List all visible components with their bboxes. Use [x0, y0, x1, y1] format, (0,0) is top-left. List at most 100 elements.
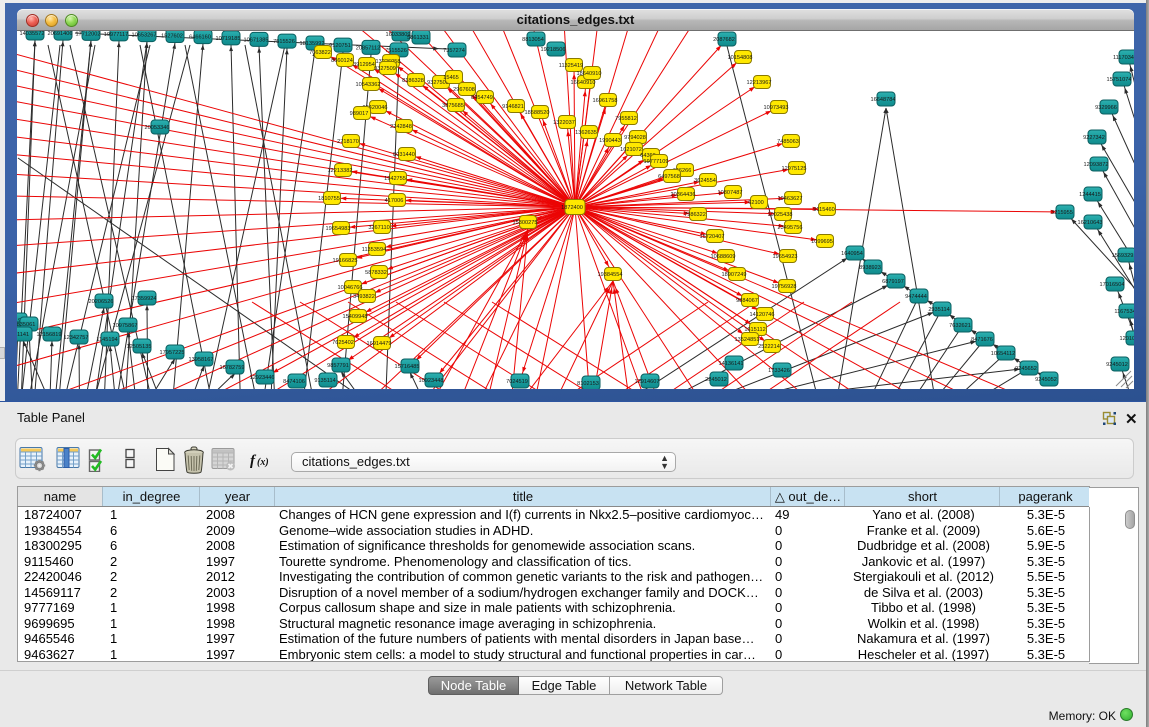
- svg-text:8186328: 8186328: [402, 78, 424, 84]
- svg-text:1322037: 1322037: [553, 120, 575, 126]
- svg-text:20857112: 20857112: [356, 45, 380, 51]
- svg-text:6497568: 6497568: [658, 174, 680, 180]
- svg-text:12213967: 12213967: [747, 80, 772, 86]
- svg-text:10046766: 10046766: [338, 285, 363, 291]
- svg-text:3875685: 3875685: [442, 103, 464, 109]
- svg-text:417006: 417006: [385, 198, 404, 204]
- svg-text:(x): (x): [257, 457, 269, 468]
- svg-text:6879197: 6879197: [882, 279, 904, 285]
- svg-text:19654923: 19654923: [773, 254, 798, 260]
- svg-text:9245052: 9245052: [1035, 377, 1057, 383]
- svg-text:2522214: 2522214: [758, 344, 780, 350]
- svg-text:14136141: 14136141: [719, 361, 744, 367]
- svg-text:10654112: 10654112: [991, 351, 1015, 357]
- svg-text:12505135: 12505135: [127, 344, 152, 350]
- svg-text:10688609: 10688609: [711, 254, 736, 260]
- svg-text:7357274: 7357274: [443, 48, 465, 54]
- svg-text:989017: 989017: [350, 111, 369, 117]
- svg-text:12975125: 12975125: [782, 166, 807, 172]
- svg-text:20053346: 20053346: [145, 125, 170, 131]
- svg-text:10025438: 10025438: [768, 212, 793, 218]
- svg-text:19654983: 19654983: [326, 226, 351, 232]
- svg-text:10154808: 10154808: [728, 55, 753, 61]
- svg-text:19166825: 19166825: [333, 258, 358, 264]
- svg-text:8813054: 8813054: [522, 37, 544, 43]
- svg-text:16782759: 16782759: [220, 365, 245, 371]
- svg-text:19977117: 19977117: [104, 32, 128, 38]
- svg-text:3493822: 3493822: [353, 294, 375, 300]
- svg-text:9884067: 9884067: [736, 298, 758, 304]
- svg-text:11325419: 11325419: [559, 63, 583, 69]
- svg-text:16648784: 16648784: [871, 97, 896, 103]
- svg-text:18640910: 18640910: [577, 71, 602, 77]
- svg-text:12010504: 12010504: [1120, 336, 1134, 342]
- svg-text:9146821: 9146821: [502, 104, 524, 110]
- svg-text:18588520: 18588520: [525, 110, 550, 116]
- svg-text:10975867: 10975867: [113, 323, 138, 329]
- svg-text:12914607: 12914607: [635, 379, 660, 385]
- svg-text:3215955: 3215955: [1051, 210, 1073, 216]
- svg-text:1990443: 1990443: [599, 138, 621, 144]
- svg-text:19384554: 19384554: [598, 272, 623, 278]
- svg-text:2087682: 2087682: [713, 37, 735, 43]
- svg-text:17712002: 17712002: [76, 31, 101, 37]
- svg-text:19756928: 19756928: [772, 284, 797, 290]
- svg-text:15716485: 15716485: [395, 364, 420, 370]
- svg-text:8660124: 8660124: [331, 58, 353, 64]
- svg-text:9794028: 9794028: [624, 135, 646, 141]
- svg-text:15693291: 15693291: [1112, 253, 1134, 259]
- svg-text:8938923: 8938923: [859, 265, 881, 271]
- svg-text:1244415: 1244415: [1079, 192, 1101, 198]
- svg-text:1621072: 1621072: [620, 147, 642, 153]
- svg-text:14035572: 14035572: [20, 31, 45, 37]
- svg-text:12342757: 12342757: [64, 335, 89, 341]
- svg-text:3912954: 3912954: [353, 62, 375, 68]
- svg-text:14120746: 14120746: [750, 312, 775, 318]
- svg-text:7515526: 7515526: [273, 39, 295, 45]
- svg-text:2718170: 2718170: [337, 139, 359, 145]
- svg-text:10543362: 10543362: [356, 82, 381, 88]
- svg-text:3267110: 3267110: [368, 225, 389, 231]
- svg-text:16210643: 16210643: [1078, 220, 1103, 226]
- svg-text:8471676: 8471676: [971, 337, 993, 343]
- svg-text:15409948: 15409948: [343, 314, 368, 320]
- svg-text:7632621: 7632621: [949, 323, 971, 329]
- svg-text:9245652: 9245652: [1015, 366, 1037, 372]
- svg-text:9135114: 9135114: [314, 378, 335, 384]
- svg-text:11170347: 11170347: [1113, 55, 1134, 61]
- svg-text:9327509: 9327509: [374, 66, 396, 72]
- svg-text:1145194: 1145194: [96, 337, 117, 343]
- svg-text:1167534: 1167534: [1114, 309, 1134, 315]
- svg-text:10671385: 10671385: [244, 37, 269, 43]
- svg-text:7625402: 7625402: [332, 340, 354, 346]
- svg-text:8102153: 8102153: [577, 381, 599, 387]
- svg-text:19218506: 19218506: [541, 47, 566, 53]
- svg-text:5861331: 5861331: [407, 35, 429, 41]
- svg-text:20206526: 20206526: [89, 299, 114, 305]
- svg-text:9120751: 9120751: [329, 43, 351, 49]
- svg-text:9474444: 9474444: [905, 294, 927, 300]
- svg-text:15720407: 15720407: [700, 234, 725, 240]
- svg-text:20691406: 20691406: [48, 31, 73, 37]
- svg-text:9329966: 9329966: [1095, 105, 1117, 111]
- svg-text:2242848: 2242848: [390, 124, 412, 130]
- svg-text:1527602: 1527602: [161, 34, 183, 40]
- svg-text:10719185: 10719185: [216, 36, 241, 42]
- svg-text:8474106: 8474106: [283, 379, 305, 385]
- svg-text:391141: 391141: [17, 332, 29, 338]
- svg-text:9115460: 9115460: [813, 207, 834, 213]
- svg-text:16961758: 16961758: [593, 98, 618, 104]
- svg-text:1099695: 1099695: [811, 239, 833, 245]
- svg-text:2935114: 2935114: [928, 307, 949, 313]
- svg-text:7986322: 7986322: [684, 212, 706, 218]
- svg-text:17359924: 17359924: [132, 296, 157, 302]
- svg-text:9857791: 9857791: [327, 363, 349, 369]
- svg-text:5878332: 5878332: [365, 270, 387, 276]
- svg-text:7515526: 7515526: [385, 48, 407, 54]
- svg-text:2245012: 2245012: [705, 377, 727, 383]
- svg-text:8031440: 8031440: [393, 152, 415, 158]
- svg-text:20364436: 20364436: [671, 192, 696, 198]
- svg-text:6466160: 6466160: [189, 35, 211, 41]
- svg-text:3624554: 3624554: [694, 178, 716, 184]
- svg-text:f: f: [250, 453, 257, 469]
